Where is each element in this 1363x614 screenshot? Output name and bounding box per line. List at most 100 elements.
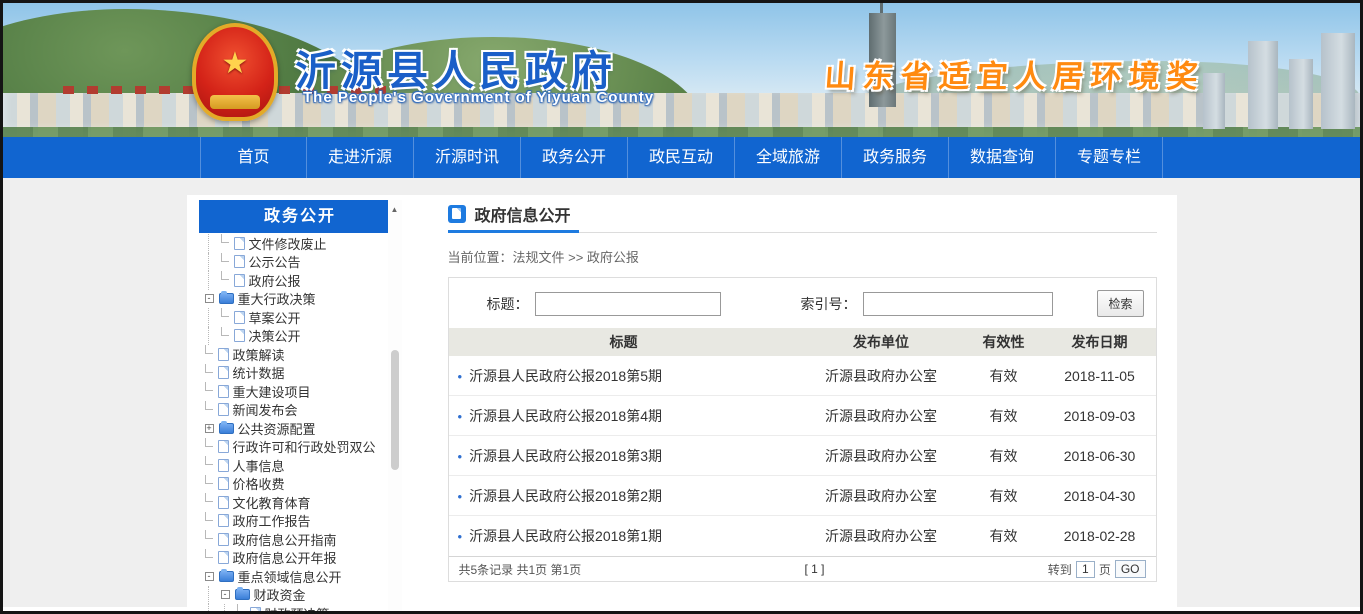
nav-item[interactable]: 政务服务	[842, 137, 949, 178]
bulletin-link[interactable]: •沂源县人民政府公报2018第5期	[449, 366, 799, 386]
browser-viewport: ★ 沂源县人民政府 The People's Government of Yiy…	[0, 0, 1363, 614]
sidebar-tree-item[interactable]: 重大建设项目	[199, 382, 402, 401]
header-unit: 发布单位	[799, 332, 964, 352]
tree-indent	[204, 327, 220, 346]
sidebar-tree-item[interactable]: - 重点领域信息公开	[199, 567, 402, 586]
sidebar-tree-item[interactable]: 人事信息	[199, 456, 402, 475]
sidebar-tree-item[interactable]: 政府信息公开年报	[199, 549, 402, 568]
sidebar-scrollbar[interactable]: ▲	[388, 200, 402, 611]
nav-item[interactable]: 政民互动	[628, 137, 735, 178]
search-button[interactable]: 检索	[1097, 290, 1143, 317]
tree-node-icon	[234, 237, 245, 250]
sidebar-tree-item[interactable]: 决策公开	[199, 327, 402, 346]
tree-toggle-icon[interactable]	[205, 493, 215, 512]
index-search-input[interactable]	[863, 292, 1053, 316]
sidebar-tree-item[interactable]: 财政预决算	[199, 604, 402, 611]
sidebar-tree-item[interactable]: 统计数据	[199, 364, 402, 383]
sidebar-tree-item[interactable]: - 财政资金	[199, 586, 402, 605]
sidebar-tree-item[interactable]: 文件修改废止	[199, 234, 402, 253]
tree-toggle-icon[interactable]	[221, 234, 231, 253]
publish-unit: 沂源县政府办公室	[799, 526, 964, 546]
nav-item[interactable]: 专题专栏	[1056, 137, 1163, 178]
tree-node-icon	[218, 440, 229, 453]
tree-item-label: 政策解读	[233, 345, 285, 364]
publish-date: 2018-02-28	[1044, 528, 1156, 544]
scrollbar-thumb[interactable]	[391, 350, 399, 470]
tree-item-label: 决策公开	[249, 327, 301, 346]
sidebar-tree-item[interactable]: 行政许可和行政处罚双公	[199, 438, 402, 457]
tree-toggle-icon[interactable]	[237, 604, 247, 611]
sidebar-tree-item[interactable]: 政策解读	[199, 345, 402, 364]
page-numbers[interactable]: [ 1 ]	[581, 562, 1048, 576]
sidebar-tree-item[interactable]: 草案公开	[199, 308, 402, 327]
tree-node-icon	[218, 533, 229, 546]
tree-node-icon	[218, 496, 229, 509]
bulletin-link[interactable]: •沂源县人民政府公报2018第4期	[449, 406, 799, 426]
nav-item[interactable]: 政务公开	[521, 137, 628, 178]
validity-status: 有效	[964, 486, 1044, 506]
scroll-up-icon[interactable]: ▲	[388, 200, 402, 214]
validity-status: 有效	[964, 406, 1044, 426]
record-summary: 共5条记录 共1页 第1页	[459, 561, 582, 578]
tree-toggle-icon[interactable]: -	[205, 294, 214, 303]
sidebar-tree-item[interactable]: 价格收费	[199, 475, 402, 494]
tree-toggle-icon[interactable]: +	[205, 424, 214, 433]
tree-toggle-icon[interactable]	[205, 456, 215, 475]
tree-toggle-icon[interactable]	[221, 253, 231, 272]
bulletin-link[interactable]: •沂源县人民政府公报2018第2期	[449, 486, 799, 506]
tree-toggle-icon[interactable]	[205, 475, 215, 494]
tree-indent	[204, 308, 220, 327]
sidebar-tree-item[interactable]: 政府工作报告	[199, 512, 402, 531]
nav-item[interactable]: 沂源时讯	[414, 137, 521, 178]
goto-label: 转到	[1048, 561, 1072, 578]
bulletin-link[interactable]: •沂源县人民政府公报2018第1期	[449, 526, 799, 546]
goto-page-input[interactable]	[1076, 561, 1095, 578]
index-search-label: 索引号：	[801, 294, 857, 314]
table-row: •沂源县人民政府公报2018第5期 沂源县政府办公室 有效 2018-11-05	[449, 356, 1156, 396]
header-title: 标题	[449, 332, 799, 352]
main-content: 政府信息公开 当前位置：法规文件 >> 政府公报 标题： 索引号： 检索 标题 …	[448, 200, 1157, 582]
nav-item[interactable]: 数据查询	[949, 137, 1056, 178]
tree-item-label: 政府工作报告	[233, 512, 311, 531]
nav-item[interactable]: 走进沂源	[307, 137, 414, 178]
tree-toggle-icon[interactable]	[205, 345, 215, 364]
tree-toggle-icon[interactable]	[205, 549, 215, 568]
banner-building	[1289, 59, 1313, 129]
publish-date: 2018-06-30	[1044, 448, 1156, 464]
tree-item-label: 草案公开	[249, 308, 301, 327]
tree-node-icon	[234, 329, 245, 342]
tree-node-icon	[219, 293, 234, 304]
tree-toggle-icon[interactable]	[221, 327, 231, 346]
tree-toggle-icon[interactable]	[205, 512, 215, 531]
sidebar-tree-item[interactable]: 新闻发布会	[199, 401, 402, 420]
nav-item[interactable]: 全域旅游	[735, 137, 842, 178]
tree-toggle-icon[interactable]	[205, 530, 215, 549]
publish-unit: 沂源县政府办公室	[799, 406, 964, 426]
tree-toggle-icon[interactable]: -	[205, 572, 214, 581]
tree-toggle-icon[interactable]	[205, 364, 215, 383]
sidebar-tree-item[interactable]: 文化教育体育	[199, 493, 402, 512]
tree-item-label: 重大行政决策	[238, 290, 316, 309]
breadcrumb: 当前位置：法规文件 >> 政府公报	[448, 247, 1157, 266]
bulletin-link[interactable]: •沂源县人民政府公报2018第3期	[449, 446, 799, 466]
title-search-input[interactable]	[535, 292, 721, 316]
sidebar-tree-item[interactable]: 公示公告	[199, 253, 402, 272]
tree-node-icon	[218, 385, 229, 398]
bullet-icon: •	[458, 529, 463, 544]
tree-toggle-icon[interactable]	[221, 271, 231, 290]
tree-toggle-icon[interactable]	[221, 308, 231, 327]
tree-indent	[204, 234, 220, 253]
tree-toggle-icon[interactable]	[205, 382, 215, 401]
sidebar-tree-item[interactable]: 政府信息公开指南	[199, 530, 402, 549]
tree-toggle-icon[interactable]	[205, 401, 215, 420]
tree-node-icon	[218, 477, 229, 490]
tree-toggle-icon[interactable]: -	[221, 590, 230, 599]
sidebar-tree-item[interactable]: - 重大行政决策	[199, 290, 402, 309]
go-button[interactable]: GO	[1115, 560, 1146, 578]
tree-node-icon	[234, 255, 245, 268]
bullet-icon: •	[458, 489, 463, 504]
tree-toggle-icon[interactable]	[205, 438, 215, 457]
sidebar-tree-item[interactable]: + 公共资源配置	[199, 419, 402, 438]
sidebar-tree-item[interactable]: 政府公报	[199, 271, 402, 290]
nav-item[interactable]: 首页	[200, 137, 307, 178]
